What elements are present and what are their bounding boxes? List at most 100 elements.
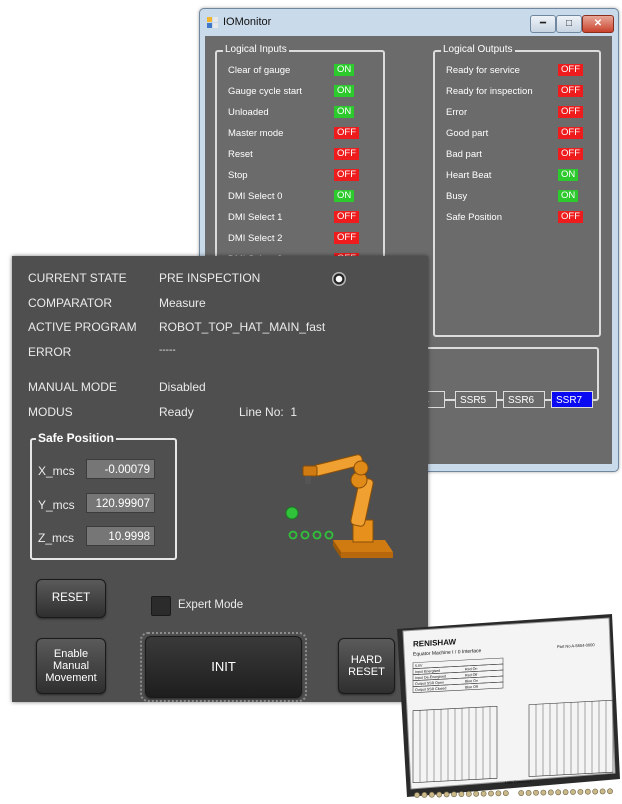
current-state-value: PRE INSPECTION [159, 271, 261, 285]
io-label: Clear of gauge [228, 65, 291, 76]
input-row: DMI Select 0 ON [217, 190, 383, 206]
active-program-value: ROBOT_TOP_HAT_MAIN_fast [159, 320, 326, 334]
z-mcs-label: Z_mcs [38, 531, 74, 545]
line-no: Line No: 1 [239, 405, 297, 419]
output-row: Ready for inspection OFF [435, 85, 599, 101]
io-state-badge: OFF [558, 127, 583, 139]
io-label: Unloaded [228, 107, 269, 118]
io-state-badge: ON [334, 190, 355, 202]
title-bar[interactable]: IOMonitor ━ □ ✕ [200, 9, 618, 35]
output-row: Busy ON [435, 190, 599, 206]
reset-button[interactable]: RESET [36, 579, 106, 618]
manual-mode-value: Disabled [159, 380, 206, 394]
output-row: Safe Position OFF [435, 211, 599, 227]
io-label: Busy [446, 191, 468, 202]
enable-manual-movement-button[interactable]: Enable Manual Movement [36, 638, 106, 694]
device-table-cell: 5.0V [415, 664, 423, 668]
io-state-badge: ON [558, 190, 579, 202]
output-row: Error OFF [435, 106, 599, 122]
device-table-cell: Red On [465, 667, 477, 672]
io-state-badge: ON [334, 64, 355, 76]
io-state-badge: OFF [558, 148, 583, 160]
y-mcs-label: Y_mcs [38, 498, 75, 512]
input-row: Unloaded ON [217, 106, 383, 122]
window-title: IOMonitor [223, 16, 272, 28]
io-label: DMI Select 2 [228, 233, 283, 244]
x-mcs-label: X_mcs [38, 464, 75, 478]
enable-manual-movement-label: Enable Manual Movement [45, 648, 97, 684]
maximize-button[interactable]: □ [556, 15, 582, 33]
active-program-label: ACTIVE PROGRAM [28, 320, 137, 334]
expert-mode-checkbox[interactable] [151, 596, 171, 616]
safe-position-title: Safe Position [36, 431, 117, 445]
io-state-badge: OFF [558, 211, 583, 223]
app-icon [207, 17, 218, 28]
init-button[interactable]: INIT [145, 636, 302, 698]
output-row: Heart Beat ON [435, 169, 599, 185]
input-row: Reset OFF [217, 148, 383, 164]
safe-position-group: Safe Position X_mcs -0.00079 Y_mcs 120.9… [30, 431, 177, 560]
io-state-badge: OFF [558, 106, 583, 118]
ssr-indicator: SSR7 [551, 391, 593, 408]
manual-mode-label: MANUAL MODE [28, 380, 117, 394]
logical-outputs-group: Logical Outputs Ready for service OFF Read… [433, 43, 601, 337]
input-row: DMI Select 1 OFF [217, 211, 383, 227]
comparator-value: Measure [159, 296, 206, 310]
robot-arm-icon [285, 454, 393, 558]
minimize-icon: ━ [539, 18, 547, 29]
io-label: Ready for service [446, 65, 520, 76]
comparator-label: COMPARATOR [28, 296, 113, 310]
logical-inputs-title: Logical Inputs [223, 43, 289, 57]
y-mcs-field[interactable]: 120.99907 [86, 493, 155, 513]
ssr-indicator: SSR6 [503, 391, 545, 408]
z-mcs-field[interactable]: 10.9998 [86, 526, 155, 546]
modus-value: Ready [159, 405, 194, 419]
io-interface-device-image: RENISHAW Equator Machine I / 0 Interface… [397, 614, 620, 798]
io-label: Ready for inspection [446, 86, 533, 97]
io-label: Good part [446, 128, 489, 139]
io-state-badge: OFF [558, 85, 583, 97]
main-panel: CURRENT STATE PRE INSPECTION COMPARATOR … [12, 256, 428, 702]
io-state-badge: ON [334, 106, 355, 118]
io-label: DMI Select 0 [228, 191, 283, 202]
input-row: Stop OFF [217, 169, 383, 185]
logical-outputs-title: Logical Outputs [441, 43, 515, 57]
io-label: Stop [228, 170, 248, 181]
io-label: Reset [228, 149, 253, 160]
output-row: Bad part OFF [435, 148, 599, 164]
input-row: Clear of gauge ON [217, 64, 383, 80]
io-label: Safe Position [446, 212, 502, 223]
io-state-badge: OFF [334, 169, 359, 181]
device-table-cell: Blue On [465, 679, 478, 684]
expert-mode-label: Expert Mode [178, 599, 244, 611]
hard-reset-label: HARD RESET [348, 654, 385, 678]
input-row: DMI Select 2 OFF [217, 232, 383, 248]
input-row: Master mode OFF [217, 127, 383, 143]
line-no-label: Line No: [239, 405, 284, 419]
close-icon: ✕ [593, 18, 603, 29]
io-label: Error [446, 107, 468, 118]
output-row: Ready for service OFF [435, 64, 599, 80]
io-label: Heart Beat [446, 170, 492, 181]
error-label: ERROR [28, 345, 72, 359]
device-table-cell: Red Off [465, 673, 477, 678]
io-label: DMI Select 1 [228, 212, 283, 223]
io-label: Bad part [446, 149, 482, 160]
io-state-badge: ON [334, 85, 355, 97]
device-table-cell: Blue Off [465, 685, 478, 690]
maximize-icon: □ [565, 18, 573, 29]
io-state-badge: OFF [334, 148, 359, 160]
line-no-value: 1 [290, 405, 298, 419]
minimize-button[interactable]: ━ [530, 15, 556, 33]
x-mcs-field[interactable]: -0.00079 [86, 459, 155, 479]
io-state-badge: OFF [334, 127, 359, 139]
io-state-badge: OFF [334, 211, 359, 223]
current-state-label: CURRENT STATE [28, 271, 127, 285]
io-state-badge: OFF [334, 232, 359, 244]
input-row: Gauge cycle start ON [217, 85, 383, 101]
io-state-badge: OFF [558, 64, 583, 76]
output-row: Good part OFF [435, 127, 599, 143]
io-state-badge: ON [558, 169, 579, 181]
close-button[interactable]: ✕ [582, 15, 614, 33]
error-value: ----- [159, 345, 176, 356]
